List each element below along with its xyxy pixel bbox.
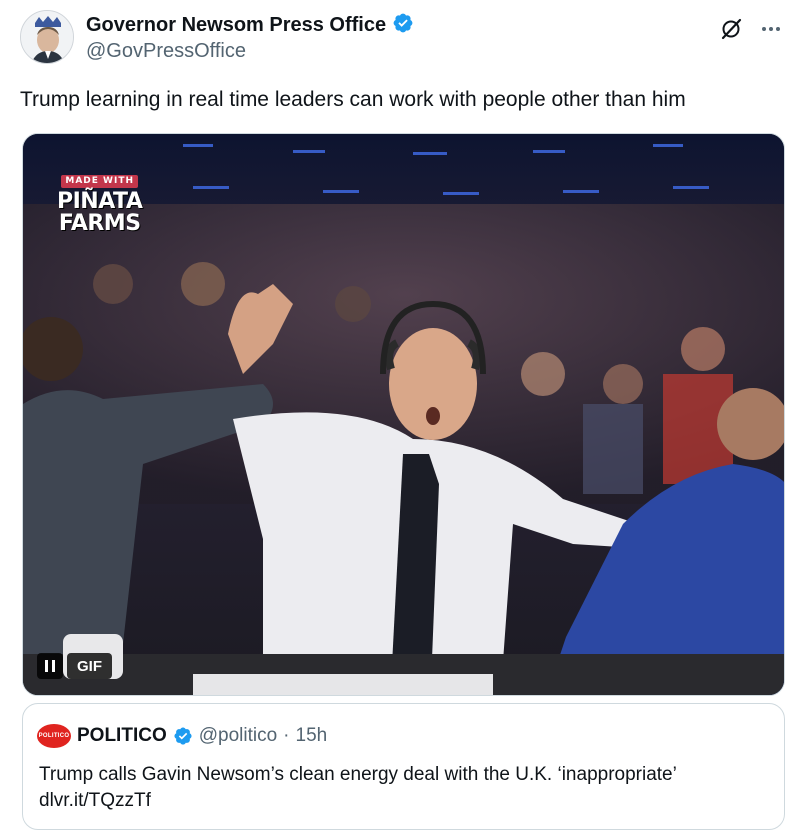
quote-separator: · <box>283 725 290 746</box>
quote-author-avatar[interactable]: POLITICO <box>37 724 71 748</box>
watermark-line1: PIÑATA <box>57 189 143 214</box>
quote-timestamp[interactable]: 15h <box>296 725 328 747</box>
more-icon[interactable] <box>758 16 784 42</box>
quote-author-name[interactable]: POLITICO <box>77 725 167 747</box>
author-avatar[interactable] <box>20 10 74 64</box>
author-display-name[interactable]: Governor Newsom Press Office <box>86 14 386 37</box>
quote-text-line1: Trump calls Gavin Newsom’s clean energy … <box>39 764 677 785</box>
tweet-header: Governor Newsom Press Office @GovPressOf… <box>20 6 784 66</box>
watermark-line2: FARMS <box>58 211 141 236</box>
verified-badge-icon <box>392 12 414 39</box>
gif-controls: GIF <box>37 653 112 679</box>
author-handle[interactable]: @GovPressOffice <box>86 40 246 63</box>
quote-link[interactable]: dlvr.it/TQzzTf <box>39 788 677 814</box>
grok-icon[interactable] <box>718 16 744 42</box>
verified-badge-icon <box>173 726 193 746</box>
watermark-top-text: MADE WITH <box>61 175 138 188</box>
quote-header: POLITICO POLITICO @politico · 15h <box>37 724 327 748</box>
quote-text: Trump calls Gavin Newsom’s clean energy … <box>39 762 677 814</box>
gif-badge: GIF <box>67 653 112 679</box>
tweet-text: Trump learning in real time leaders can … <box>20 88 686 111</box>
media-watermark: MADE WITH PIÑATA FARMS <box>57 170 143 236</box>
author-name-row: Governor Newsom Press Office <box>86 12 414 39</box>
quote-author-handle[interactable]: @politico <box>199 725 277 747</box>
pause-icon[interactable] <box>37 653 63 679</box>
tweet-media-gif[interactable]: MADE WITH PIÑATA FARMS GIF <box>22 133 785 696</box>
quote-tweet-card[interactable]: POLITICO POLITICO @politico · 15h Trump … <box>22 703 785 830</box>
